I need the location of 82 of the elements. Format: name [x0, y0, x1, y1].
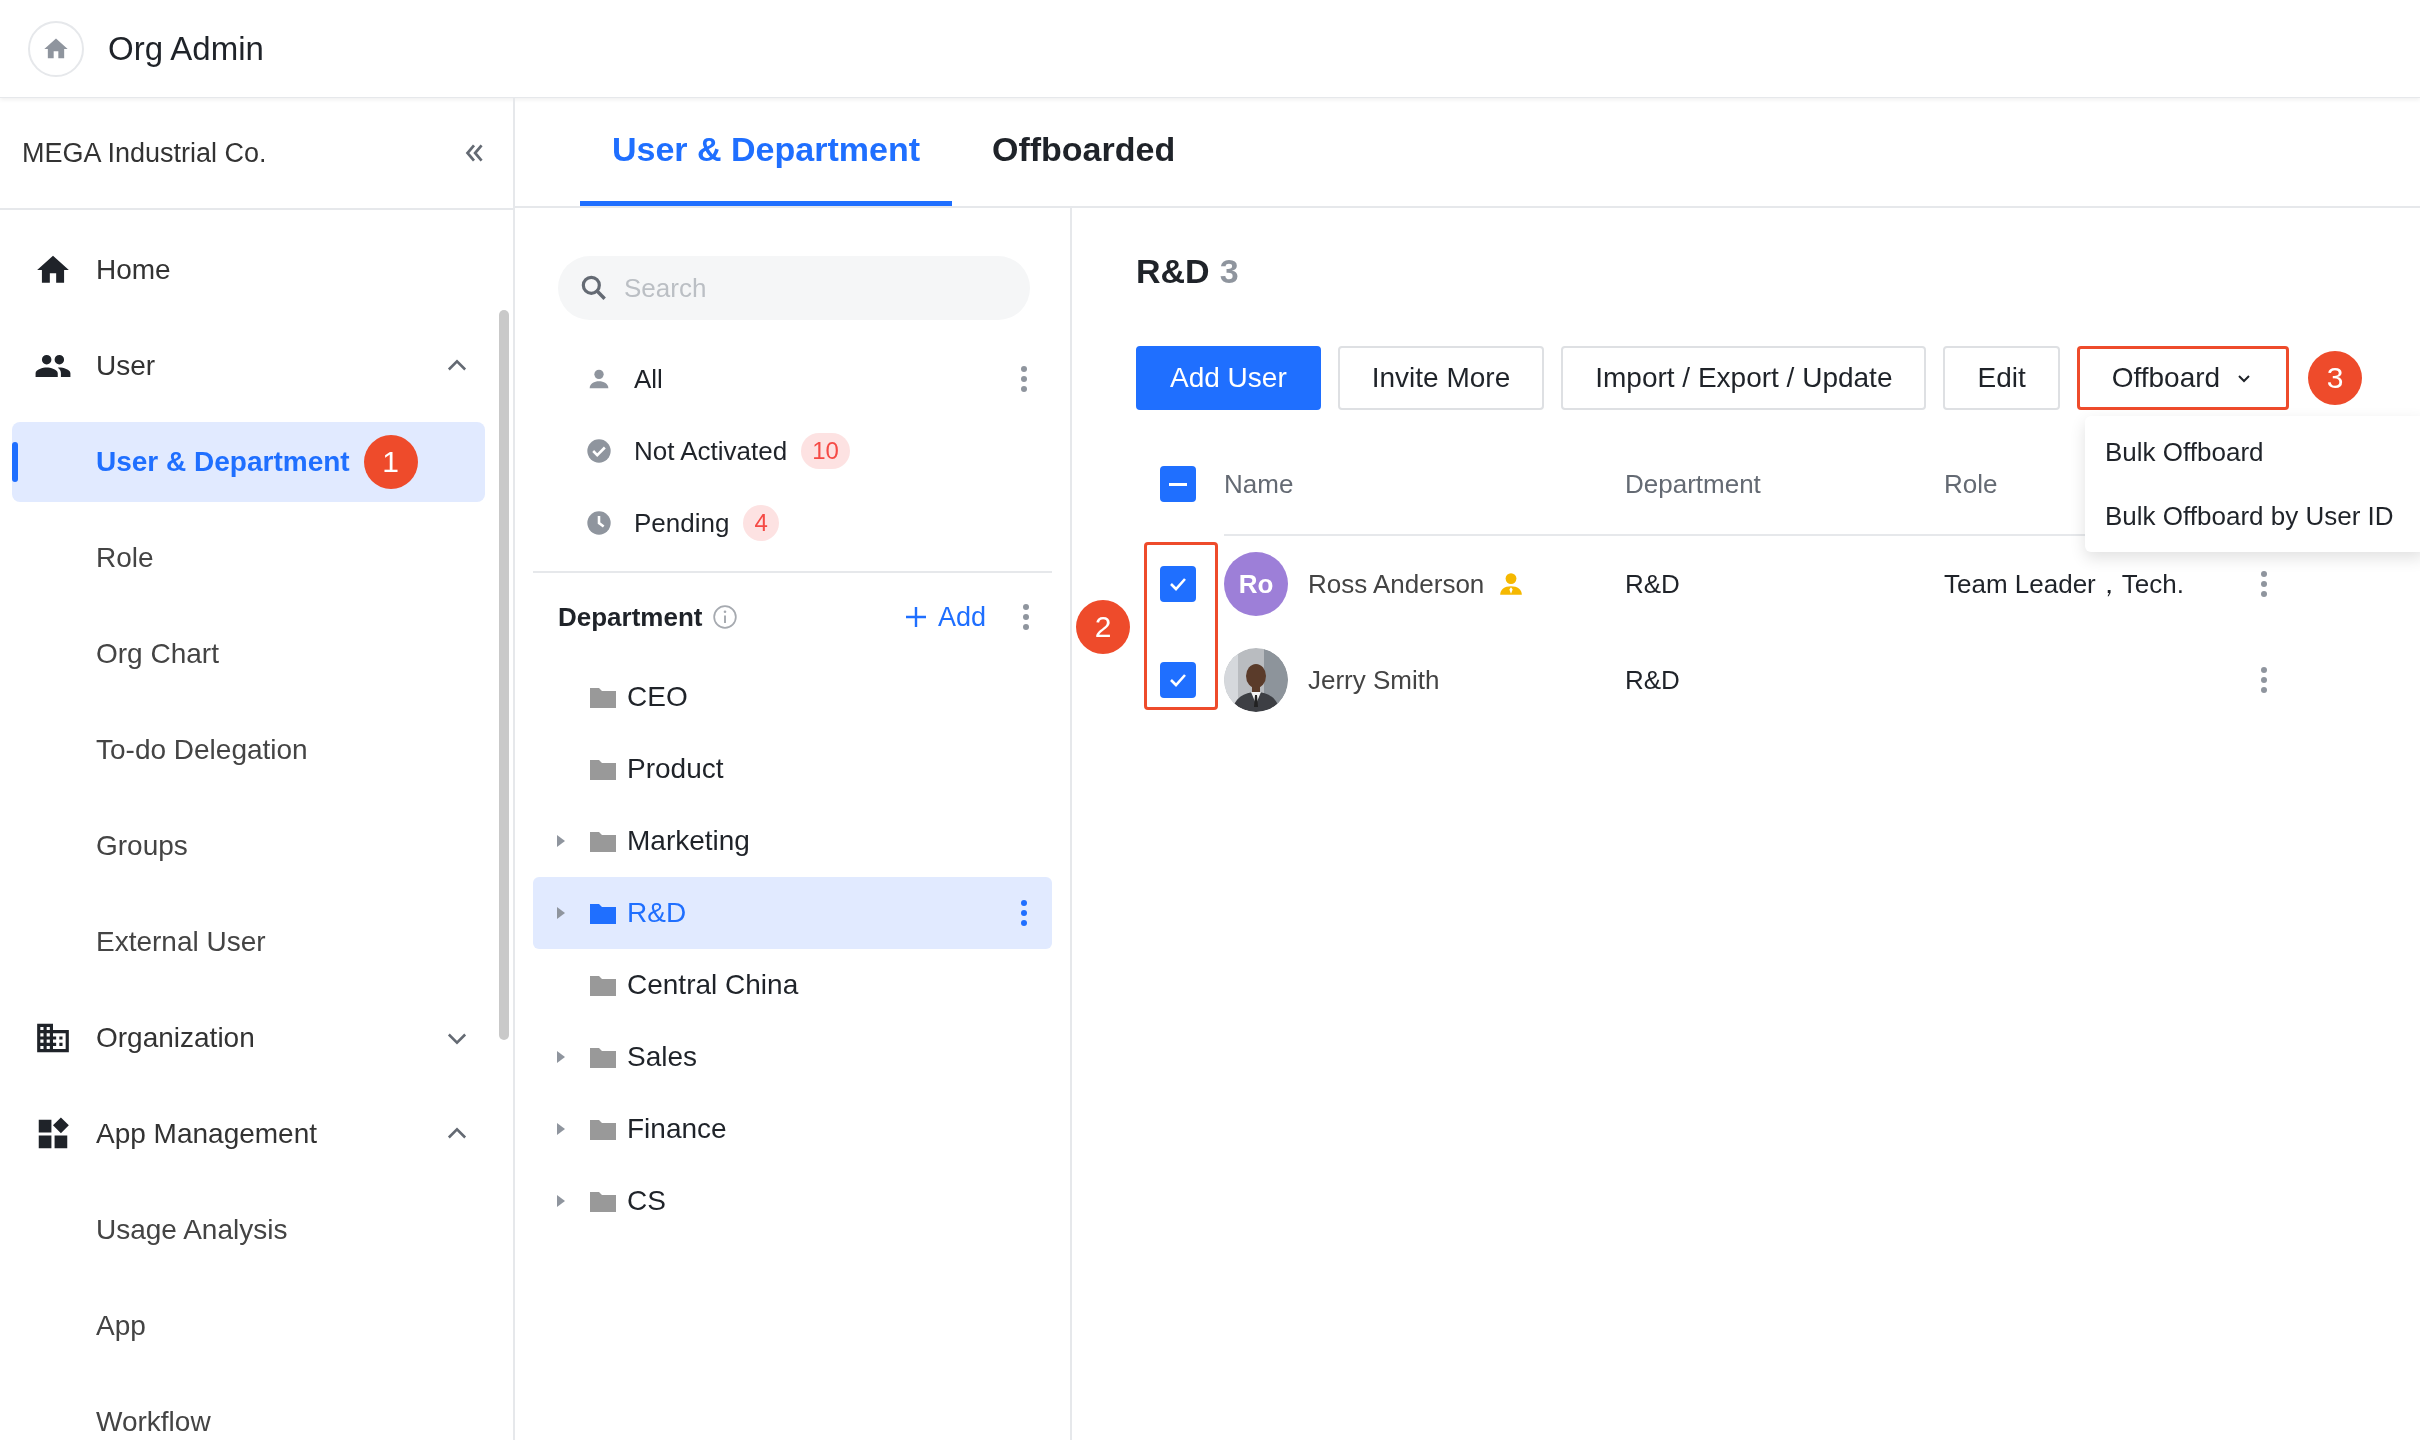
- sidebar-item[interactable]: Role: [12, 518, 485, 598]
- sidebar-item[interactable]: Org Chart: [12, 614, 485, 694]
- count-badge: 4: [743, 505, 779, 541]
- sidebar-item[interactable]: To-do Delegation: [12, 710, 485, 790]
- folder-icon: [589, 685, 617, 709]
- expand-arrow-icon[interactable]: [555, 906, 567, 920]
- member-count: 3: [1219, 251, 1239, 291]
- department-item[interactable]: Sales: [533, 1021, 1052, 1093]
- table-cell-text: R&D: [1625, 664, 1681, 696]
- filter-item[interactable]: All: [634, 363, 663, 395]
- search-field[interactable]: Search: [558, 256, 1030, 320]
- sidebar-item[interactable]: Groups: [12, 806, 485, 886]
- more-icon[interactable]: [1020, 365, 1028, 393]
- department-item[interactable]: CS: [533, 1165, 1052, 1237]
- action-button[interactable]: Add User: [1136, 346, 1321, 410]
- folder-icon: [589, 1189, 617, 1213]
- department-item[interactable]: CEO: [533, 661, 1052, 733]
- section-title: Department: [558, 601, 703, 633]
- filter-item[interactable]: Pending: [634, 507, 730, 539]
- filter-item[interactable]: Not Activated: [634, 435, 788, 467]
- count-badge: 10: [801, 433, 850, 469]
- expand-arrow-icon[interactable]: [555, 1050, 567, 1064]
- table-cell-text: R&D: [1625, 568, 1681, 600]
- expand-arrow-icon[interactable]: [555, 834, 567, 848]
- add-link[interactable]: Add: [903, 601, 986, 633]
- app-title: Org Admin: [108, 29, 264, 68]
- user-name[interactable]: Ross Anderson: [1308, 568, 1485, 600]
- sidebar-section[interactable]: User: [12, 318, 485, 414]
- menu-item[interactable]: Bulk Offboard: [2085, 420, 2420, 484]
- sidebar-item[interactable]: Usage Analysis: [12, 1190, 485, 1270]
- row-checkbox[interactable]: [1160, 662, 1196, 698]
- sidebar-section[interactable]: Organization: [12, 990, 485, 1086]
- sidebar-section[interactable]: Home: [12, 222, 485, 318]
- step-badge: 3: [2308, 351, 2363, 405]
- expand-arrow-icon[interactable]: [555, 1194, 567, 1208]
- sidebar-section[interactable]: App Management: [12, 1086, 485, 1182]
- org-name: MEGA Industrial Co.: [22, 137, 267, 169]
- user-name[interactable]: Jerry Smith: [1308, 664, 1440, 696]
- sidebar-item[interactable]: Workflow: [12, 1382, 485, 1440]
- department-item[interactable]: Central China: [533, 949, 1052, 1021]
- row-checkbox[interactable]: [1160, 566, 1196, 602]
- folder-icon: [589, 1045, 617, 1069]
- step-badge: 1: [363, 435, 418, 489]
- dropdown-button[interactable]: Offboard: [2076, 346, 2290, 410]
- action-button[interactable]: Invite More: [1337, 346, 1545, 410]
- folder-icon: [589, 757, 617, 781]
- tab[interactable]: Offboarded: [960, 98, 1208, 206]
- info-icon[interactable]: [712, 604, 739, 630]
- column-header: Name: [1224, 468, 1295, 500]
- department-item[interactable]: Product: [533, 733, 1052, 805]
- more-icon[interactable]: [2260, 666, 2268, 694]
- avatar: Ro: [1224, 552, 1288, 616]
- step-badge: 2: [1076, 600, 1130, 654]
- sidebar-item[interactable]: External User: [12, 902, 485, 982]
- more-icon[interactable]: [1022, 603, 1030, 631]
- minus-icon: [1169, 482, 1187, 486]
- table-cell-text: Team Leader，Tech.: [1944, 567, 2185, 601]
- menu-item[interactable]: Bulk Offboard by User ID: [2085, 484, 2420, 548]
- plus-icon: [903, 605, 928, 629]
- folder-icon: [589, 1117, 617, 1141]
- action-button[interactable]: Edit: [1943, 346, 2060, 410]
- select-all-checkbox[interactable]: [1160, 466, 1196, 502]
- sidebar-item[interactable]: App: [12, 1286, 485, 1366]
- more-icon[interactable]: [1020, 899, 1028, 927]
- home-button[interactable]: [28, 20, 84, 77]
- action-button[interactable]: Import / Export / Update: [1561, 346, 1927, 410]
- folder-icon: [589, 829, 617, 853]
- department-title: R&D: [1136, 251, 1210, 291]
- folder-icon: [589, 973, 617, 997]
- sidebar-item[interactable]: User & Department 1: [12, 422, 485, 502]
- folder-icon: [589, 901, 617, 925]
- clock-icon: [585, 509, 613, 537]
- more-icon[interactable]: [2260, 570, 2268, 598]
- column-header: Role: [1944, 468, 1999, 500]
- tab[interactable]: User & Department: [580, 98, 952, 206]
- scrollbar[interactable]: [499, 310, 509, 1040]
- expand-arrow-icon[interactable]: [555, 1122, 567, 1136]
- department-item[interactable]: R&D: [533, 877, 1052, 949]
- department-item[interactable]: Finance: [533, 1093, 1052, 1165]
- column-header: Department: [1625, 468, 1762, 500]
- check-circle-icon: [585, 437, 613, 465]
- department-item[interactable]: Marketing: [533, 805, 1052, 877]
